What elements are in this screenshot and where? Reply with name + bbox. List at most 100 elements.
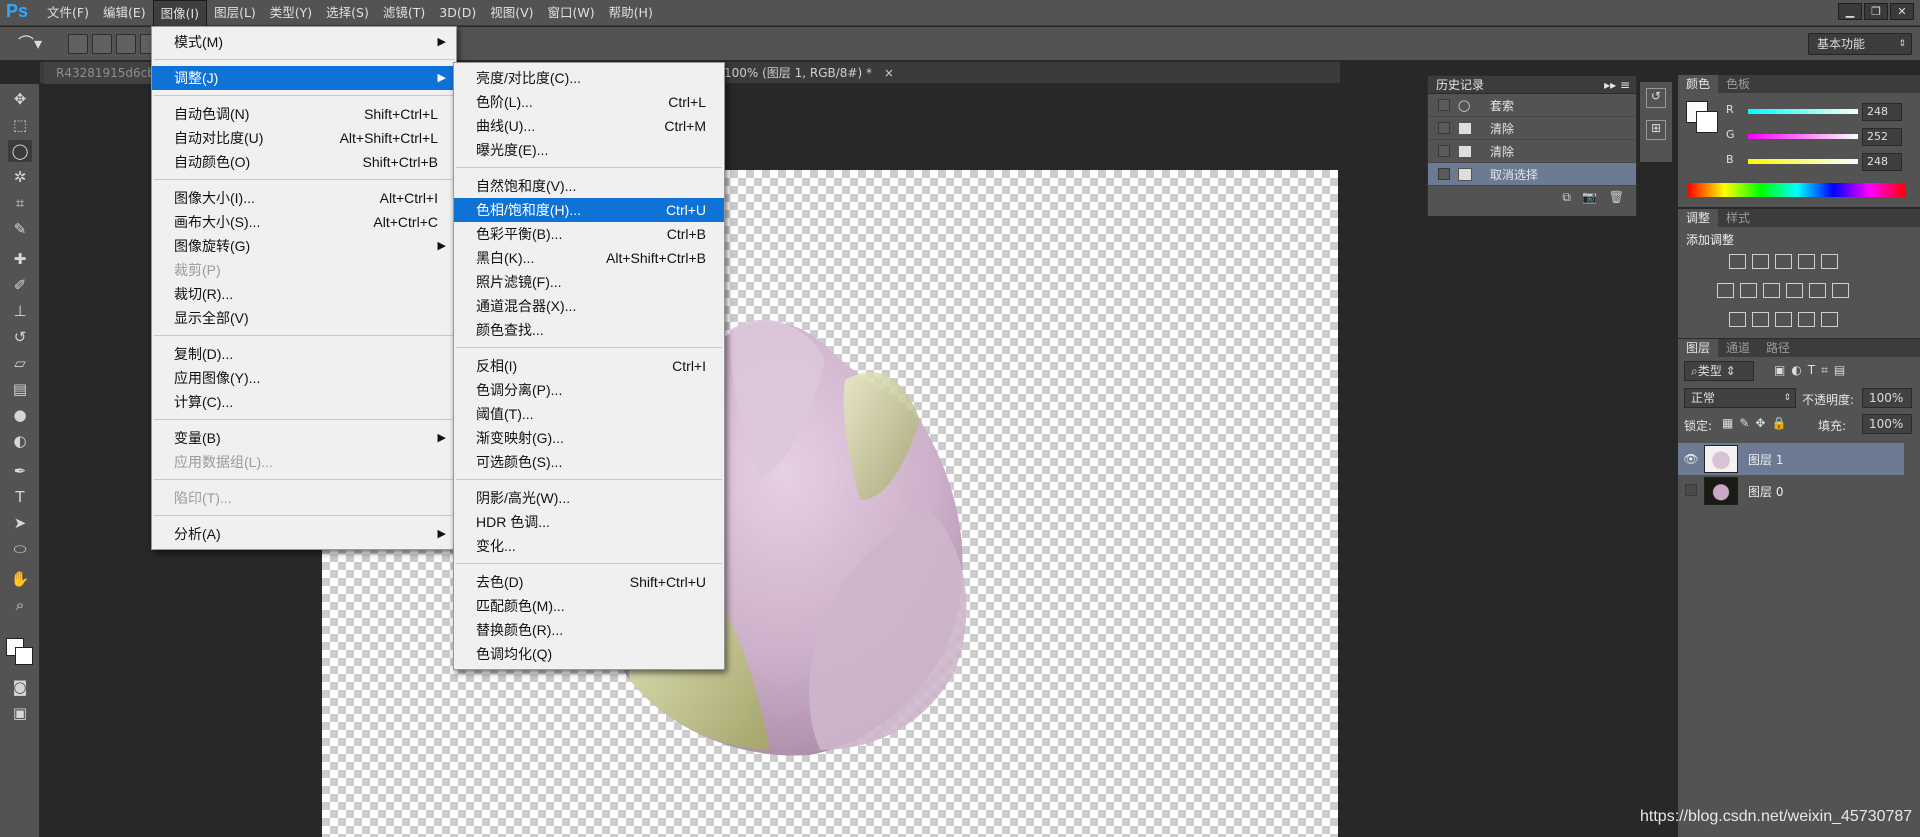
slider-b[interactable]: B 248: [1726, 153, 1920, 173]
layer-filter-icons[interactable]: ▣◐T⌗▤: [1774, 363, 1851, 378]
screen-mode-icon[interactable]: ▣: [8, 702, 32, 724]
background-color-chip[interactable]: [1696, 111, 1718, 133]
menu-item[interactable]: 窗口(W): [541, 0, 602, 26]
history-checkbox[interactable]: [1438, 122, 1450, 134]
blend-mode-select[interactable]: 正常 ⇕: [1684, 388, 1796, 408]
menu-item[interactable]: 变量(B) ▶: [152, 426, 456, 450]
menu-item[interactable]: 自动颜色(O) Shift+Ctrl+B: [152, 150, 456, 174]
new-document-from-state-icon[interactable]: ⧉: [1562, 190, 1571, 204]
threshold-icon[interactable]: [1775, 312, 1792, 327]
menu-item[interactable]: 调整(J) ▶: [152, 66, 456, 90]
layer-row[interactable]: 图层 0: [1678, 475, 1904, 507]
history-item[interactable]: 取消选择: [1428, 163, 1636, 186]
path-select-tool-icon[interactable]: ➤: [8, 512, 32, 534]
quick-mask-icon[interactable]: ◙: [8, 676, 32, 698]
g-value[interactable]: 252: [1862, 128, 1902, 146]
color-balance-icon[interactable]: [1740, 283, 1757, 298]
trash-icon[interactable]: 🗑: [1609, 190, 1624, 204]
tab-paths[interactable]: 路径: [1758, 339, 1798, 357]
slider-g[interactable]: G 252: [1726, 128, 1920, 148]
visibility-toggle[interactable]: [1678, 483, 1704, 499]
menu-item[interactable]: 曝光度(E)...: [454, 138, 724, 162]
close-button[interactable]: ✕: [1890, 3, 1914, 20]
menu-item[interactable]: 照片滤镜(F)...: [454, 270, 724, 294]
slider-r[interactable]: R 248: [1726, 103, 1920, 123]
menu-item[interactable]: 自然饱和度(V)...: [454, 174, 724, 198]
healing-brush-tool-icon[interactable]: ✚: [8, 248, 32, 270]
menu-item[interactable]: 色阶(L)... Ctrl+L: [454, 90, 724, 114]
invert-icon[interactable]: [1729, 312, 1746, 327]
zoom-tool-icon[interactable]: ⌕: [8, 594, 32, 616]
menu-item[interactable]: 通道混合器(X)...: [454, 294, 724, 318]
lasso-tool-icon[interactable]: ◯: [8, 140, 32, 162]
menu-item[interactable]: 选择(S): [319, 0, 376, 26]
brightness-icon[interactable]: [1729, 254, 1746, 269]
add-selection-icon[interactable]: [92, 34, 112, 54]
snapshot-icon[interactable]: 📷: [1582, 190, 1597, 204]
eyedropper-tool-icon[interactable]: ✎: [8, 218, 32, 240]
photo-filter-icon[interactable]: [1786, 283, 1803, 298]
tab-layers[interactable]: 图层: [1678, 339, 1719, 357]
magic-wand-tool-icon[interactable]: ✲: [8, 166, 32, 188]
history-brush-tool-icon[interactable]: ↺: [8, 326, 32, 348]
menu-item[interactable]: 图像大小(I)... Alt+Ctrl+I: [152, 186, 456, 210]
history-item[interactable]: 清除: [1428, 140, 1636, 163]
menu-item[interactable]: 文件(F): [40, 0, 96, 26]
history-checkbox[interactable]: [1438, 168, 1450, 180]
move-tool-icon[interactable]: ✥: [8, 88, 32, 110]
tab-styles[interactable]: 样式: [1718, 209, 1758, 227]
menu-item[interactable]: 黑白(K)... Alt+Shift+Ctrl+B: [454, 246, 724, 270]
r-value[interactable]: 248: [1862, 103, 1902, 121]
menu-item[interactable]: 自动对比度(U) Alt+Shift+Ctrl+L: [152, 126, 456, 150]
menu-item[interactable]: 色调分离(P)...: [454, 378, 724, 402]
menu-item[interactable]: 渐变映射(G)...: [454, 426, 724, 450]
menu-item[interactable]: 应用图像(Y)...: [152, 366, 456, 390]
tab-color[interactable]: 颜色: [1678, 75, 1719, 93]
menu-item[interactable]: 类型(Y): [263, 0, 319, 26]
layer-row[interactable]: 👁 图层 1: [1678, 443, 1904, 475]
history-item[interactable]: ◯ 套索: [1428, 94, 1636, 117]
menu-item[interactable]: 显示全部(V): [152, 306, 456, 330]
marquee-tool-icon[interactable]: ⬚: [8, 114, 32, 136]
menu-item[interactable]: 变化...: [454, 534, 724, 558]
eraser-tool-icon[interactable]: ▱: [8, 352, 32, 374]
posterize-icon[interactable]: [1752, 312, 1769, 327]
menu-item[interactable]: 匹配颜色(M)...: [454, 594, 724, 618]
menu-item[interactable]: 计算(C)...: [152, 390, 456, 414]
dodge-tool-icon[interactable]: ◐: [8, 430, 32, 452]
menu-item[interactable]: 颜色查找...: [454, 318, 724, 342]
history-dock-icon[interactable]: ↺: [1646, 88, 1666, 108]
ellipse-tool-icon[interactable]: ⬭: [8, 538, 32, 560]
blur-tool-icon[interactable]: ●: [8, 404, 32, 426]
tab-swatches[interactable]: 色板: [1718, 75, 1758, 93]
menu-item[interactable]: 图像(I): [152, 0, 208, 26]
gradient-map-icon[interactable]: [1798, 312, 1815, 327]
new-selection-icon[interactable]: [68, 34, 88, 54]
brush-tool-icon[interactable]: ✐: [8, 274, 32, 296]
gradient-tool-icon[interactable]: ▤: [8, 378, 32, 400]
menu-item[interactable]: 分析(A) ▶: [152, 522, 456, 546]
history-checkbox[interactable]: [1438, 145, 1450, 157]
menu-item[interactable]: 编辑(E): [96, 0, 153, 26]
menu-item[interactable]: 色彩平衡(B)... Ctrl+B: [454, 222, 724, 246]
b-value[interactable]: 248: [1862, 153, 1902, 171]
menu-item[interactable]: 裁切(R)...: [152, 282, 456, 306]
background-color-swatch[interactable]: [15, 647, 33, 665]
menu-item[interactable]: 反相(I) Ctrl+I: [454, 354, 724, 378]
color-spectrum[interactable]: [1688, 183, 1906, 197]
menu-item[interactable]: 复制(D)...: [152, 342, 456, 366]
history-checkbox[interactable]: [1438, 99, 1450, 111]
menu-item[interactable]: 自动色调(N) Shift+Ctrl+L: [152, 102, 456, 126]
menu-item[interactable]: 亮度/对比度(C)...: [454, 66, 724, 90]
menu-item[interactable]: 图层(L): [207, 0, 263, 26]
visibility-eye-icon[interactable]: 👁: [1678, 452, 1704, 466]
minimize-button[interactable]: ▁: [1838, 3, 1862, 20]
exposure-icon[interactable]: [1798, 254, 1815, 269]
tab-adjustments[interactable]: 调整: [1678, 209, 1719, 227]
fill-input[interactable]: 100%: [1862, 414, 1912, 434]
tab-close-icon[interactable]: ×: [884, 66, 894, 80]
tab-channels[interactable]: 通道: [1718, 339, 1758, 357]
color-lookup-icon[interactable]: [1832, 283, 1849, 298]
crop-tool-icon[interactable]: ⌗: [8, 192, 32, 214]
hue-saturation-icon[interactable]: [1717, 283, 1734, 298]
